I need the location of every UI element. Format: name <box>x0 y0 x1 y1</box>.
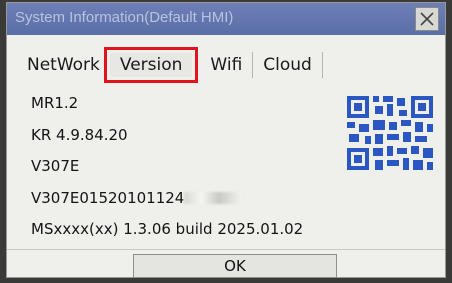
model-name: V307E <box>31 157 80 175</box>
tab-cloud[interactable]: Cloud <box>253 53 322 77</box>
tab-bar: NetWork Version Wifi Cloud <box>17 45 323 85</box>
serial-number: V307E01520101124 <box>31 188 185 207</box>
tab-wifi[interactable]: Wifi <box>200 53 252 77</box>
hmi-screen: System Information(Default HMI) NetWork … <box>0 0 452 283</box>
close-icon <box>420 12 434 26</box>
footer-divider <box>7 249 445 250</box>
firmware-build: MSxxxx(xx) 1.3.06 build 2025.01.02 <box>31 220 304 238</box>
redacted-serial-suffix <box>184 192 243 204</box>
system-information-dialog: System Information(Default HMI) NetWork … <box>6 2 446 278</box>
ok-button[interactable]: OK <box>133 254 337 278</box>
dialog-title: System Information(Default HMI) <box>15 9 234 26</box>
tab-network[interactable]: NetWork <box>17 53 110 77</box>
hardware-version: MR1.2 <box>31 94 79 112</box>
serial-number-row: V307E01520101124 <box>31 186 303 210</box>
title-bar: System Information(Default HMI) <box>7 3 445 35</box>
tab-version[interactable]: Version <box>103 47 199 83</box>
qr-code-icon <box>345 94 435 172</box>
tab-divider <box>321 52 323 78</box>
kernel-version: KR 4.9.84.20 <box>31 125 128 144</box>
close-button[interactable] <box>415 7 439 31</box>
version-info-list: MR1.2 KR 4.9.84.20 V307E V307E0152010112… <box>31 91 303 249</box>
